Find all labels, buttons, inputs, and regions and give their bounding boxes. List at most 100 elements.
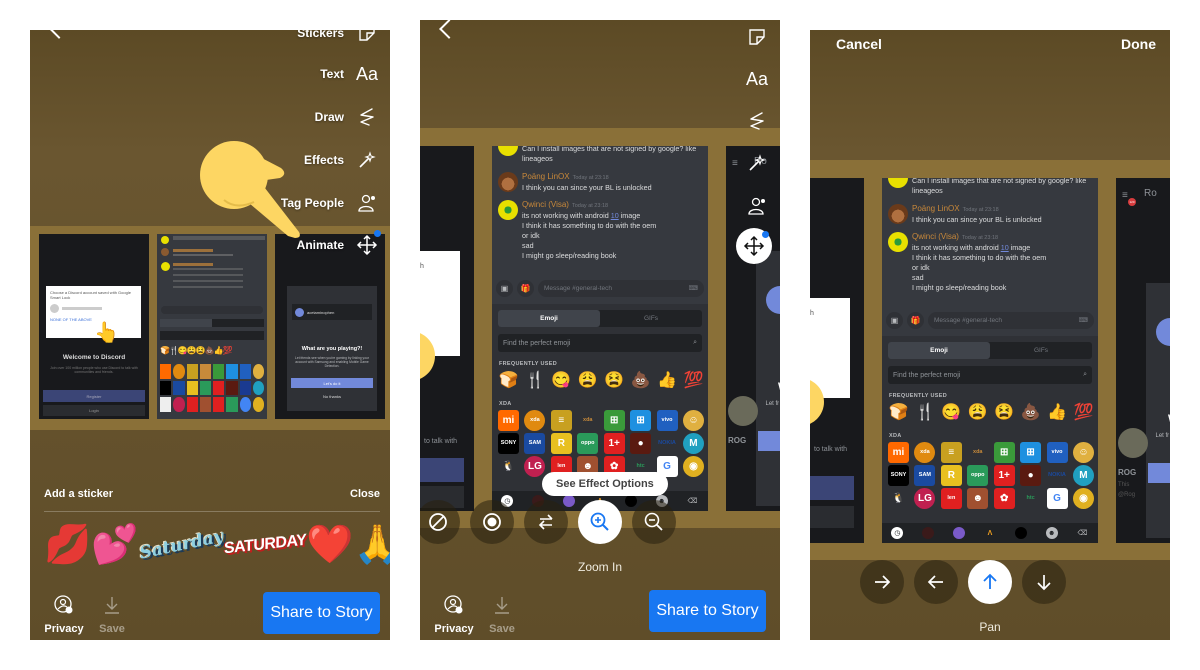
save-button[interactable]: Save	[90, 593, 134, 635]
server-emoji-google[interactable]: G	[1046, 488, 1068, 509]
lets-do-it-button[interactable]	[1148, 463, 1170, 483]
server-emoji-nokia[interactable]: NOKIA	[1047, 465, 1068, 486]
thumbnail-chat[interactable]: Can I install images that are not signed…	[882, 178, 1098, 543]
emoji[interactable]: 💯	[683, 370, 704, 391]
sticker-red-heart[interactable]: ❤️	[306, 526, 353, 564]
server-emoji-oneplus[interactable]: 1+	[993, 465, 1015, 486]
register-button[interactable]: Register	[43, 390, 145, 402]
server-icon[interactable]	[1014, 527, 1027, 539]
server-emoji-xda-text[interactable]: xda	[577, 410, 598, 431]
server-emoji-windows[interactable]: ⊞	[1020, 442, 1042, 463]
pan-left[interactable]	[914, 560, 958, 604]
pan-up[interactable]	[968, 560, 1012, 604]
emoji[interactable]: 😋	[941, 402, 962, 423]
image-upload-icon[interactable]: ▣	[886, 311, 903, 329]
server-emoji-samsung[interactable]: SAM	[914, 465, 936, 486]
emoji[interactable]: 👍	[1047, 402, 1068, 423]
thumbnail-game-detection[interactable]: acetaminophen What are you playing?! Let…	[275, 234, 385, 419]
emoji[interactable]: 🍞	[888, 402, 909, 423]
server-emoji-linux[interactable]: 🐧	[888, 488, 909, 509]
sticker-two-hearts[interactable]: 💕	[91, 526, 138, 564]
share-to-story-button[interactable]: Share to Story	[263, 592, 380, 634]
thumbnail-login-partial[interactable]: h to talk with	[420, 146, 474, 511]
server-emoji-oppo[interactable]: oppo	[577, 433, 599, 454]
login-button[interactable]: Login	[43, 405, 145, 416]
server-emoji-coffee[interactable]: ●	[1020, 465, 1042, 486]
link-10[interactable]: 10	[611, 211, 619, 220]
tool-tag-people[interactable]	[746, 195, 768, 217]
tool-text[interactable]: Text Aa	[320, 63, 378, 85]
server-emoji-vivo[interactable]: vivo	[656, 410, 678, 431]
server-emoji-xda[interactable]: xda	[914, 442, 936, 463]
no-thanks[interactable]: No thanks	[287, 394, 377, 399]
close-button[interactable]: Close	[350, 488, 380, 500]
server-icon[interactable]	[624, 495, 637, 507]
emoji[interactable]: 😫	[994, 402, 1015, 423]
server-emoji-mi[interactable]: mi	[498, 410, 519, 431]
sticker-saturday-cursive[interactable]: Saturday	[138, 526, 226, 563]
gift-icon[interactable]: 🎁	[517, 279, 534, 297]
server-emoji-linux[interactable]: 🐧	[498, 456, 519, 477]
tab-gifs[interactable]: GIFs	[600, 310, 702, 327]
tool-text[interactable]: Aa	[746, 68, 768, 90]
emoji[interactable]: 💩	[630, 370, 651, 391]
server-emoji-lenovo[interactable]: len	[940, 488, 962, 509]
server-emoji-vivo[interactable]: vivo	[1046, 442, 1068, 463]
server-emoji-nokia[interactable]: NOKIA	[657, 433, 678, 454]
server-emoji-chrome[interactable]: ◉	[682, 456, 704, 477]
message-input[interactable]: Message #general-tech ⌨	[538, 279, 704, 297]
thumbnail-chat[interactable]: 🍞🍴😋😩😫💩👍💯	[157, 234, 267, 419]
privacy-button[interactable]: Privacy	[432, 593, 476, 635]
emoji[interactable]: 🍴	[524, 370, 545, 391]
thumbnail-login[interactable]: Choose a Discord account saved with Goog…	[39, 234, 149, 419]
server-emoji-oneplus[interactable]: 1+	[603, 433, 625, 454]
server-icon[interactable]	[922, 527, 935, 539]
emoji-search-input[interactable]: Find the perfect emoji ⌕	[888, 366, 1092, 384]
tool-draw[interactable]	[746, 110, 768, 132]
server-emoji-coffee[interactable]: ●	[630, 433, 652, 454]
privacy-button[interactable]: Privacy	[42, 593, 86, 635]
login-button[interactable]	[810, 506, 854, 528]
emoji[interactable]: 😩	[577, 370, 598, 391]
sticker-kiss-lips[interactable]: 💋	[44, 526, 91, 564]
pan-down[interactable]	[1022, 560, 1066, 604]
emoji[interactable]: 😫	[604, 370, 625, 391]
server-emoji-meme-face[interactable]: ☻	[967, 488, 989, 509]
keyboard-icon[interactable]: ⌨	[1079, 316, 1088, 324]
server-icon[interactable]: Λ	[984, 527, 996, 539]
lets-do-it-button[interactable]	[758, 431, 780, 451]
thumbnail-chat[interactable]: Can I install images that are not signed…	[492, 146, 708, 511]
server-emoji-lg[interactable]: LG	[524, 456, 546, 477]
link-10[interactable]: 10	[1001, 243, 1009, 252]
save-button[interactable]: Save	[480, 593, 524, 635]
message-input[interactable]: Message #general-tech ⌨	[928, 311, 1094, 329]
register-button[interactable]	[810, 476, 854, 500]
done-button[interactable]: Done	[1121, 36, 1156, 52]
image-upload-icon[interactable]: ▣	[496, 279, 513, 297]
lets-do-it-button[interactable]: Let's do it	[291, 378, 373, 388]
tool-stickers[interactable]: Stickers	[297, 30, 378, 44]
server-emoji-xda-text[interactable]: xda	[967, 442, 988, 463]
server-emoji-htc[interactable]: htc	[1020, 488, 1041, 509]
server-emoji-r[interactable]: R	[940, 465, 962, 486]
server-emoji-motorola[interactable]: M	[1072, 465, 1094, 486]
username[interactable]: Qwinci (Visa)	[912, 232, 959, 241]
tab-emoji[interactable]: Emoji	[888, 342, 990, 359]
emoji[interactable]: 🍴	[914, 402, 935, 423]
effect-record[interactable]	[470, 500, 514, 544]
server-emoji-r[interactable]: R	[550, 433, 572, 454]
gift-icon[interactable]: 🎁	[907, 311, 924, 329]
server-emoji-samsung[interactable]: SAM	[524, 433, 546, 454]
pan-right[interactable]	[860, 560, 904, 604]
cancel-button[interactable]: Cancel	[836, 36, 882, 52]
back-chevron-icon[interactable]	[436, 20, 460, 44]
server-emoji-windows-xp[interactable]: ⊞	[993, 442, 1015, 463]
tab-emoji[interactable]: Emoji	[498, 310, 600, 327]
thumbnail-game-partial[interactable]: ≡ 120 Ro W Let fr you ROG This @Rog	[1116, 178, 1170, 543]
server-emoji-oppo[interactable]: oppo	[967, 465, 989, 486]
username[interactable]: Poäng LinOX	[522, 172, 570, 181]
server-emoji-windows-xp[interactable]: ⊞	[603, 410, 625, 431]
server-icon[interactable]	[953, 527, 966, 539]
effect-none[interactable]	[420, 500, 460, 544]
emoji[interactable]: 💩	[1020, 402, 1041, 423]
